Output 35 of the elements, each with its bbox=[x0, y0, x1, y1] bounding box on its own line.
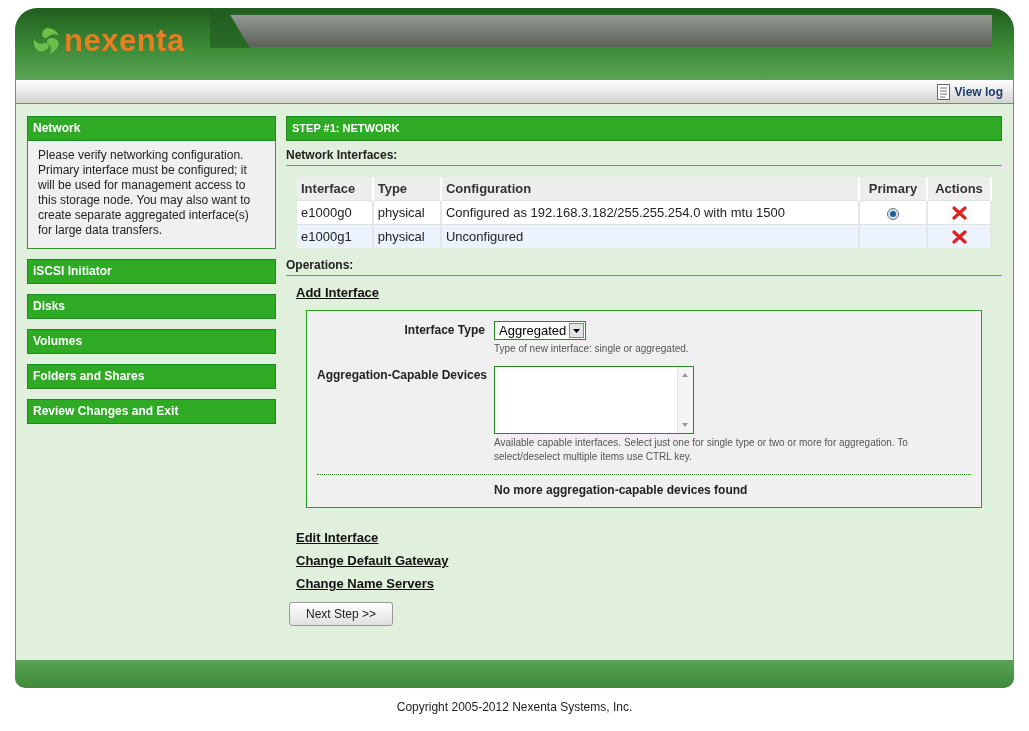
field-label: Aggregation-Capable Devices bbox=[317, 367, 489, 384]
add-interface-link[interactable]: Add Interface bbox=[296, 285, 380, 300]
view-log-link[interactable]: View log bbox=[936, 83, 1003, 100]
devices-listbox[interactable] bbox=[494, 366, 694, 434]
field-label: Interface Type bbox=[403, 322, 486, 339]
table-cell: e1000g1 bbox=[297, 224, 373, 248]
interface-type-dropdown[interactable]: Aggregated bbox=[494, 321, 587, 340]
operation-link[interactable]: Edit Interface bbox=[296, 530, 379, 545]
column-header: Actions bbox=[927, 177, 991, 201]
next-step-button[interactable]: Next Step >> bbox=[289, 602, 394, 626]
column-header: Interface bbox=[297, 177, 373, 201]
table-cell: physical bbox=[372, 224, 441, 248]
notice-text: No more aggregation-capable devices found bbox=[493, 483, 749, 497]
radio-button[interactable] bbox=[887, 207, 899, 220]
operation-link[interactable]: Change Default Gateway bbox=[296, 553, 449, 568]
step-title: STEP #1: NETWORK bbox=[286, 116, 1002, 141]
column-header: Configuration bbox=[440, 177, 859, 201]
section-heading: Operations: bbox=[286, 251, 1002, 276]
field-hint: Type of new interface: single or aggregated. bbox=[494, 342, 689, 356]
field-hint: Available capable interfaces. Select just one for single type or two or more for aggregation. To select/deselect multiple items use CTRL key. bbox=[494, 436, 909, 464]
column-header: Type bbox=[372, 177, 441, 201]
table-cell: e1000g0 bbox=[297, 200, 373, 225]
table-cell: Unconfigured bbox=[440, 224, 859, 248]
column-header: Primary bbox=[859, 177, 927, 201]
section-heading: Network Interfaces: bbox=[286, 141, 1002, 166]
operation-link[interactable]: Change Name Servers bbox=[296, 576, 434, 591]
copyright-text: Copyright 2005-2012 Nexenta Systems, Inc. bbox=[395, 700, 634, 714]
delete-icon[interactable] bbox=[951, 206, 967, 221]
logo-text: nexenta bbox=[64, 23, 185, 59]
document-icon bbox=[936, 83, 950, 100]
section-description: Please verify networking configuration. Primary interface must be configured; it will be used for management access to this storage node. You may also want to create separate aggregated interface(s) for large data transfers. bbox=[38, 148, 252, 238]
table-cell: physical bbox=[372, 200, 441, 225]
delete-icon[interactable] bbox=[951, 230, 967, 245]
logo-icon bbox=[32, 26, 62, 56]
table-cell: Configured as 192.168.3.182/255.255.254.0 with mtu 1500 bbox=[440, 200, 859, 225]
